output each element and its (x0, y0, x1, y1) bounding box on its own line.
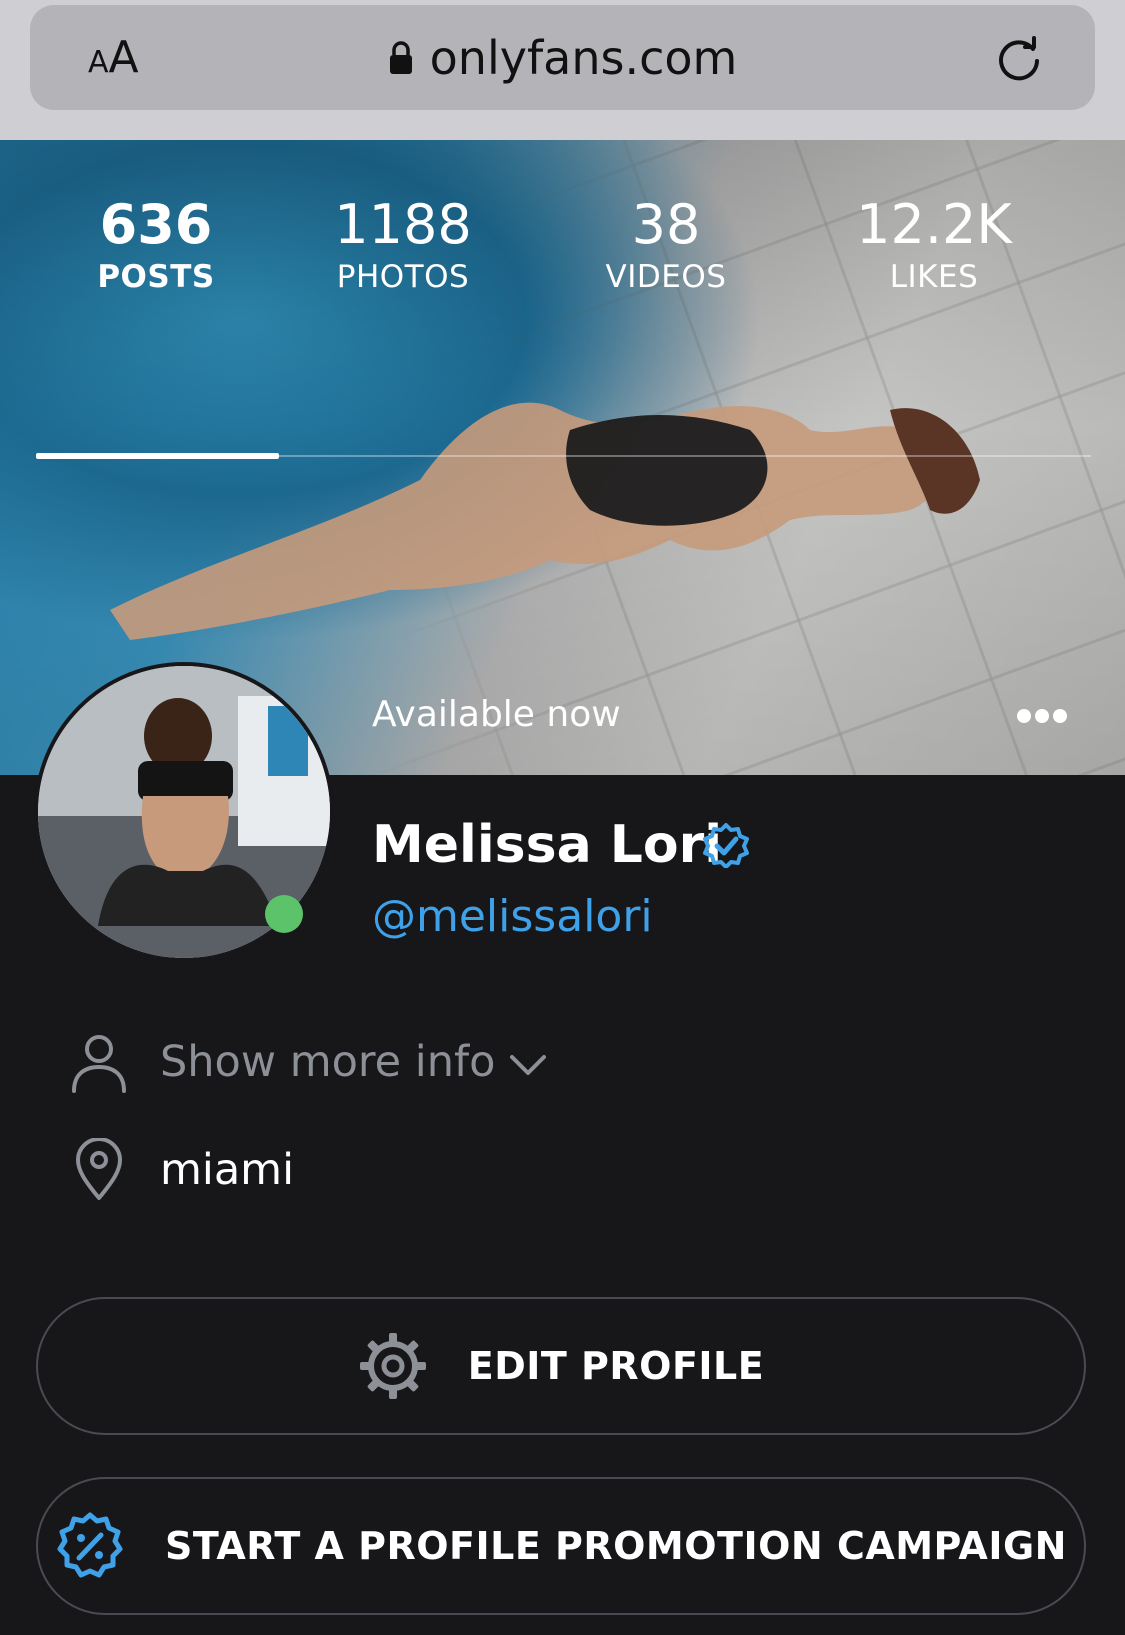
lock-icon (389, 40, 412, 74)
reload-icon[interactable] (995, 35, 1043, 83)
profile-handle[interactable]: @melissalori (372, 890, 653, 944)
chevron-down-icon (510, 1055, 547, 1075)
tab-photos[interactable]: 1188 PHOTOS (283, 165, 523, 297)
tab-likes-count: 12.2K (856, 193, 1012, 256)
online-status-dot (265, 895, 303, 933)
tab-active-indicator (36, 453, 279, 459)
url-field[interactable]: AA onlyfans.com (30, 5, 1095, 110)
tab-videos-label: VIDEOS (605, 259, 727, 295)
tab-likes-label: LIKES (889, 259, 979, 295)
profile-name: Melissa Lori (372, 815, 723, 875)
tab-photos-label: PHOTOS (336, 259, 470, 295)
url-display[interactable]: onlyfans.com (30, 33, 1095, 83)
edit-profile-label: EDIT PROFILE (467, 1344, 765, 1388)
tab-posts-label: POSTS (97, 259, 215, 295)
promotion-campaign-button[interactable]: START A PROFILE PROMOTION CAMPAIGN (36, 1477, 1086, 1615)
tab-photos-count: 1188 (334, 193, 472, 256)
availability-status: Available now (372, 694, 621, 735)
show-more-info-toggle[interactable]: Show more info (68, 1028, 547, 1096)
browser-address-bar: AA onlyfans.com (0, 0, 1125, 140)
location-pin-icon (76, 1138, 122, 1200)
location-text: miami (160, 1145, 295, 1195)
tab-likes[interactable]: 12.2K LIKES (814, 165, 1054, 297)
promotion-campaign-label: START A PROFILE PROMOTION CAMPAIGN (165, 1524, 1067, 1568)
tab-posts[interactable]: 636 POSTS (36, 165, 276, 297)
profile-stats-tabs: 636 POSTS 1188 PHOTOS 38 VIDEOS 12.2K LI… (36, 165, 1091, 465)
edit-profile-button[interactable]: EDIT PROFILE (36, 1297, 1086, 1435)
gear-icon (359, 1333, 426, 1399)
tab-posts-count: 636 (99, 193, 213, 256)
more-options-icon[interactable] (1016, 706, 1068, 726)
discount-badge-icon (57, 1512, 123, 1578)
user-icon (72, 1035, 126, 1093)
url-host: onlyfans.com (429, 31, 738, 85)
location-row: miami (68, 1136, 294, 1204)
tab-videos-count: 38 (631, 193, 701, 256)
verified-icon (703, 823, 749, 868)
tab-videos[interactable]: 38 VIDEOS (546, 165, 786, 297)
show-more-info-label: Show more info (160, 1037, 496, 1087)
